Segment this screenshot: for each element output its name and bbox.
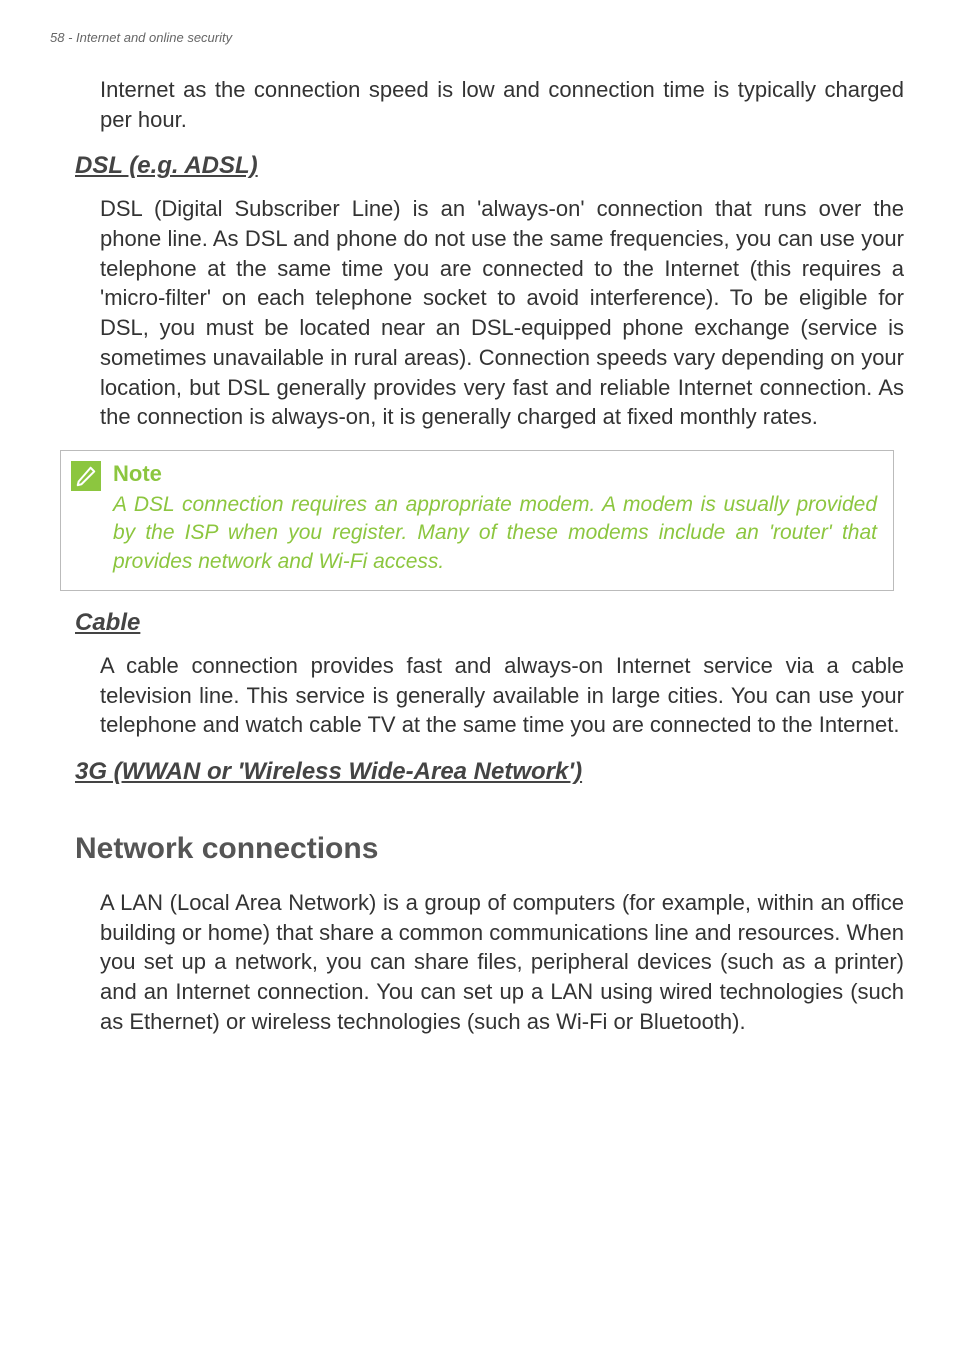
cable-heading: Cable — [75, 609, 904, 637]
note-body: A DSL connection requires an appropriate… — [113, 491, 877, 576]
network-connections-heading: Network connections — [75, 832, 904, 866]
note-title: Note — [113, 461, 877, 487]
dsl-heading: DSL (e.g. ADSL) — [75, 152, 904, 180]
network-body-paragraph: A LAN (Local Area Network) is a group of… — [100, 888, 904, 1036]
cable-body-paragraph: A cable connection provides fast and alw… — [100, 651, 904, 740]
intro-continuation-paragraph: Internet as the connection speed is low … — [100, 75, 904, 134]
dsl-body-paragraph: DSL (Digital Subscriber Line) is an 'alw… — [100, 194, 904, 432]
pencil-icon — [71, 461, 101, 491]
page-header: 58 - Internet and online security — [50, 30, 904, 45]
note-box: Note A DSL connection requires an approp… — [60, 450, 894, 591]
wwan-heading: 3G (WWAN or 'Wireless Wide-Area Network'… — [75, 758, 904, 786]
